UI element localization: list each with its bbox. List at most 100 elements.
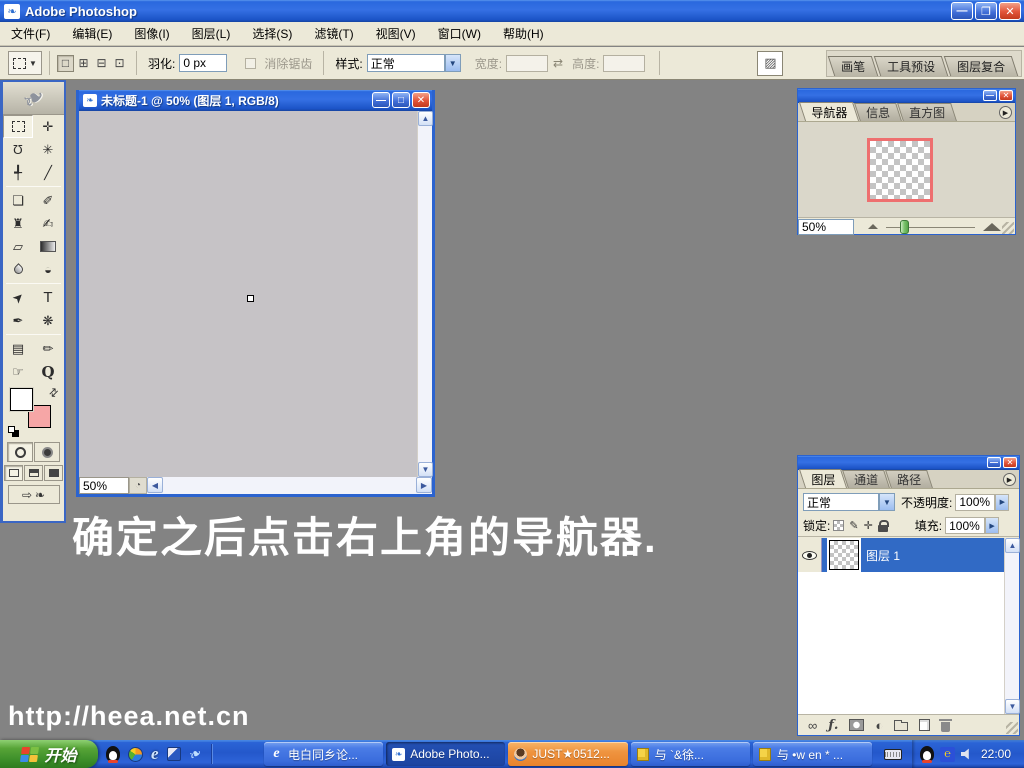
media-player-icon[interactable] [128,747,143,762]
fullscreen-menu-button[interactable] [24,465,43,481]
intersect-selection-button[interactable]: ⊡ [111,55,128,72]
panel-menu-icon[interactable]: ▶ [999,106,1012,119]
custom-shape-tool[interactable]: ❋ [33,309,63,332]
input-method-indicator[interactable] [878,740,908,768]
clone-stamp-tool[interactable]: ♜ [3,212,33,235]
start-button[interactable]: 开始 [0,740,98,768]
tab-navigator[interactable]: 导航器 [799,102,859,121]
lock-position-icon[interactable]: ✛ [864,519,873,532]
toolbox-header[interactable]: ❧ [3,82,64,115]
app-shortcut-icon[interactable] [167,747,181,761]
tab-layers[interactable]: 图层 [799,469,847,488]
document-titlebar[interactable]: ❧ 未标题-1 @ 50% (图层 1, RGB/8) — □ ✕ [79,90,432,111]
blur-tool[interactable] [3,258,33,281]
tab-layer-comps[interactable]: 图层复合 [944,56,1019,76]
status-menu-button[interactable]: ◔ [129,477,147,494]
volume-icon[interactable] [961,748,973,760]
standard-screen-button[interactable] [4,465,23,481]
doc-close-button[interactable]: ✕ [412,92,430,108]
slider-thumb[interactable] [900,220,909,234]
zoom-tool[interactable]: Q [33,360,63,383]
lock-image-icon[interactable]: ✎ [849,519,858,532]
visibility-cell[interactable] [798,538,822,572]
history-brush-tool[interactable]: ✍ [33,212,63,235]
lock-transparency-icon[interactable] [833,520,844,531]
opacity-slider-button[interactable]: ▶ [995,494,1009,511]
resize-grip[interactable] [1002,222,1014,234]
jump-to-imageready-button[interactable]: ⇨❧ [8,485,60,504]
panel-minimize-button[interactable]: — [983,90,997,101]
minimize-button[interactable]: — [951,2,973,20]
new-group-icon[interactable] [894,722,908,731]
menu-image[interactable]: 图像(I) [134,25,169,42]
menu-file[interactable]: 文件(F) [11,25,50,42]
zoom-percent-field[interactable]: 50% [79,477,129,494]
menu-edit[interactable]: 编辑(E) [72,25,112,42]
add-selection-button[interactable]: ⊞ [75,55,92,72]
fullscreen-button[interactable] [44,465,63,481]
dodge-tool[interactable]: ◒ [33,258,63,281]
notes-tool[interactable]: ▤ [3,337,33,360]
panel-close-button[interactable]: ✕ [999,90,1013,101]
quill-icon[interactable]: ❧ [185,743,205,765]
blend-mode-select[interactable]: 正常 [803,493,879,511]
hand-tool[interactable]: ☞ [3,360,33,383]
menu-layer[interactable]: 图层(L) [192,25,231,42]
menu-help[interactable]: 帮助(H) [503,25,544,42]
task-qq-chat-window-1[interactable]: JUST★0512... [508,742,627,766]
scroll-left-button[interactable]: ◀ [147,477,163,493]
layer-style-icon[interactable]: ƒ. [828,718,838,733]
layers-scrollbar[interactable]: ▲ ▼ [1004,538,1019,714]
chevron-down-icon[interactable]: ▼ [445,54,461,72]
lasso-tool[interactable]: Ω [3,138,33,161]
adjustment-layer-icon[interactable]: ◐ [875,718,883,733]
swap-dimensions-icon[interactable]: ⇄ [553,56,563,70]
fill-field[interactable]: 100% [945,517,985,534]
task-qq-chat-window-3[interactable]: 与 •w en * ... [753,742,872,766]
pen-tool[interactable]: ✒ [3,309,33,332]
task-qq-chat-window-2[interactable]: 与 `&徐... [631,742,750,766]
scroll-up-button[interactable]: ▲ [1005,538,1020,553]
crop-tool[interactable]: ╃ [3,161,33,184]
gradient-tool[interactable] [33,235,63,258]
canvas-area[interactable] [79,111,417,477]
new-selection-button[interactable]: □ [57,55,74,72]
doc-minimize-button[interactable]: — [372,92,390,108]
menu-window[interactable]: 窗口(W) [438,25,481,42]
antialias-checkbox[interactable] [245,58,256,69]
menu-filter[interactable]: 滤镜(T) [314,25,353,42]
type-tool[interactable]: T [33,286,63,309]
brush-tool[interactable]: ✐ [33,189,63,212]
tab-info[interactable]: 信息 [854,103,902,121]
horizontal-scrollbar[interactable]: ◀ ▶ [147,477,432,494]
panel-menu-icon[interactable]: ▶ [1003,473,1016,486]
tab-tool-presets[interactable]: 工具预设 [874,56,949,76]
swap-colors-icon[interactable]: ⇄ [46,385,62,401]
standard-mode-button[interactable] [7,442,33,462]
link-layers-icon[interactable]: ∞ [808,718,817,733]
tab-channels[interactable]: 通道 [842,470,890,488]
file-browser-button[interactable]: ▨ [757,51,783,76]
tab-paths[interactable]: 路径 [885,470,933,488]
menu-select[interactable]: 选择(S) [252,25,292,42]
tray-app-icon[interactable]: ℮ [940,747,955,762]
tool-preset-picker[interactable]: ▼ [8,51,42,75]
fill-slider-button[interactable]: ▶ [985,517,999,534]
lock-all-icon[interactable] [878,520,888,532]
tab-histogram[interactable]: 直方图 [897,103,957,121]
path-selection-tool[interactable]: ➤ [3,286,33,309]
layer-row[interactable]: 图层 1 [798,538,1019,572]
chevron-down-icon[interactable]: ▼ [879,493,895,511]
subtract-selection-button[interactable]: ⊟ [93,55,110,72]
panel-close-button[interactable]: ✕ [1003,457,1017,468]
width-input[interactable] [506,55,548,72]
scroll-right-button[interactable]: ▶ [416,477,432,493]
healing-brush-tool[interactable]: ❏ [3,189,33,212]
task-photoshop-window[interactable]: ❧ Adobe Photo... [386,742,505,766]
new-layer-icon[interactable] [919,719,930,731]
menu-view[interactable]: 视图(V) [376,25,416,42]
scroll-down-button[interactable]: ▼ [418,462,433,477]
zoom-in-icon[interactable] [983,223,1001,231]
qq-tray-icon[interactable] [920,746,934,762]
qq-icon[interactable] [106,746,120,762]
